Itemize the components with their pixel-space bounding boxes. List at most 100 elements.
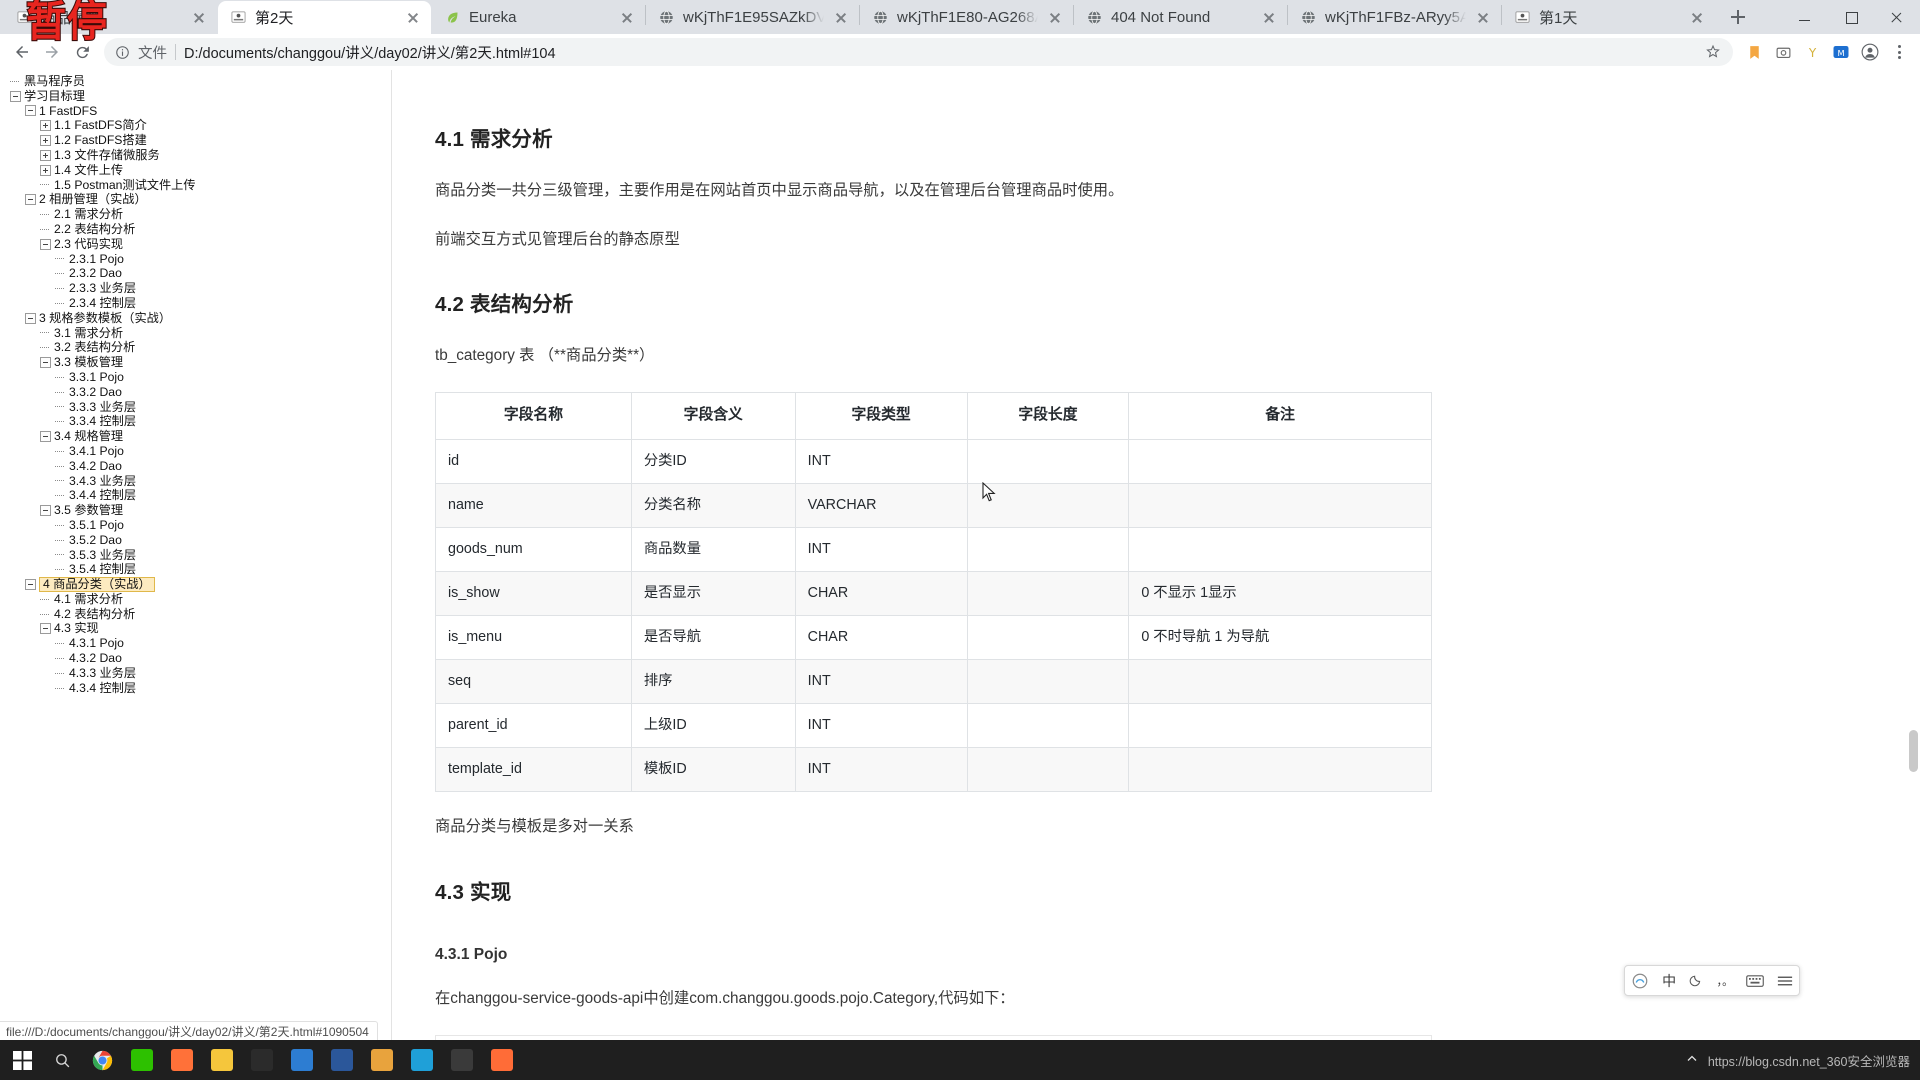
toc-item-label[interactable]: 3.5.1 Pojo xyxy=(69,518,124,533)
word-icon[interactable] xyxy=(322,1040,362,1080)
browser-tab-3[interactable]: wKjThF1E95SAZkDVAAnA xyxy=(646,1,859,34)
toc-item-31[interactable]: 3.5.2 Dao xyxy=(6,533,391,548)
toc-toggle-minus-icon[interactable] xyxy=(40,238,51,250)
toc-item-22[interactable]: 3.3.3 业务层 xyxy=(6,400,391,415)
toc-item-label[interactable]: 3.5 参数管理 xyxy=(54,503,123,518)
profile-avatar-icon[interactable] xyxy=(1857,39,1883,65)
toc-item-label[interactable]: 2.3.3 业务层 xyxy=(69,281,136,296)
toc-item-18[interactable]: 3.2 表结构分析 xyxy=(6,340,391,355)
toc-item-17[interactable]: 3.1 需求分析 xyxy=(6,326,391,341)
toc-item-4[interactable]: 1.2 FastDFS搭建 xyxy=(6,133,391,148)
toc-item-label[interactable]: 3.4.3 业务层 xyxy=(69,474,136,489)
address-bar[interactable]: 文件 D:/documents/changgou/讲义/day02/讲义/第2天… xyxy=(104,38,1733,66)
toc-item-11[interactable]: 2.3 代码实现 xyxy=(6,237,391,252)
toc-item-23[interactable]: 3.3.4 控制层 xyxy=(6,414,391,429)
editor-icon[interactable] xyxy=(282,1040,322,1080)
navicat-icon[interactable] xyxy=(402,1040,442,1080)
toc-item-label[interactable]: 1.1 FastDFS简介 xyxy=(54,118,147,133)
toc-toggle-minus-icon[interactable] xyxy=(25,578,36,590)
maximize-button[interactable] xyxy=(1828,0,1874,34)
chrome-icon[interactable] xyxy=(82,1040,122,1080)
toc-item-label[interactable]: 2.3 代码实现 xyxy=(54,237,123,252)
toc-item-label[interactable]: 1.5 Postman测试文件上传 xyxy=(54,178,196,193)
browser-tab-6[interactable]: wKjThF1FBz-ARyy5AAoA xyxy=(1288,1,1501,34)
toc-item-label[interactable]: 3.3.1 Pojo xyxy=(69,370,124,385)
toc-item-label[interactable]: 3.3 模板管理 xyxy=(54,355,123,370)
toc-toggle-minus-icon[interactable] xyxy=(25,312,36,324)
toc-item-5[interactable]: 1.3 文件存储微服务 xyxy=(6,148,391,163)
toc-item-40[interactable]: 4.3.3 业务层 xyxy=(6,666,391,681)
toc-item-16[interactable]: 3 规格参数模板（实战） xyxy=(6,311,391,326)
toc-item-label[interactable]: 1.2 FastDFS搭建 xyxy=(54,133,147,148)
toc-item-label[interactable]: 4.1 需求分析 xyxy=(54,592,123,607)
toc-item-label[interactable]: 2.3.1 Pojo xyxy=(69,252,124,267)
toc-item-label[interactable]: 3.2 表结构分析 xyxy=(54,340,135,355)
toc-item-label[interactable]: 学习目标理 xyxy=(24,89,85,104)
browser-tab-7[interactable]: 第1天 xyxy=(1502,1,1715,34)
toc-item-label[interactable]: 3.4.2 Dao xyxy=(69,459,122,474)
moon-icon[interactable] xyxy=(1683,965,1711,996)
toc-item-35[interactable]: 4.1 需求分析 xyxy=(6,592,391,607)
toc-item-28[interactable]: 3.4.4 控制层 xyxy=(6,488,391,503)
tab-close-icon[interactable] xyxy=(617,8,637,28)
toc-item-label[interactable]: 3.5.4 控制层 xyxy=(69,562,136,577)
toc-item-41[interactable]: 4.3.4 控制层 xyxy=(6,681,391,696)
toc-item-label[interactable]: 黑马程序员 xyxy=(24,74,85,89)
terminal-icon[interactable] xyxy=(242,1040,282,1080)
toc-item-label[interactable]: 3 规格参数模板（实战） xyxy=(39,311,171,326)
toc-item-label[interactable]: 2.2 表结构分析 xyxy=(54,222,135,237)
screenshot-ext-icon[interactable] xyxy=(1770,39,1796,65)
toc-item-label[interactable]: 3.3.4 控制层 xyxy=(69,414,136,429)
toc-item-label[interactable]: 1 FastDFS xyxy=(39,104,97,119)
sync-ext-icon[interactable]: M xyxy=(1828,39,1854,65)
firefox-icon[interactable] xyxy=(162,1040,202,1080)
toc-item-6[interactable]: 1.4 文件上传 xyxy=(6,163,391,178)
toc-item-30[interactable]: 3.5.1 Pojo xyxy=(6,518,391,533)
toc-item-9[interactable]: 2.1 需求分析 xyxy=(6,207,391,222)
toc-toggle-plus-icon[interactable] xyxy=(40,135,51,147)
tab-close-icon[interactable] xyxy=(1045,8,1065,28)
toc-item-36[interactable]: 4.2 表结构分析 xyxy=(6,607,391,622)
close-window-button[interactable] xyxy=(1874,0,1920,34)
toc-item-label[interactable]: 3.3.2 Dao xyxy=(69,385,122,400)
new-tab-button[interactable] xyxy=(1721,0,1755,34)
minimize-button[interactable] xyxy=(1782,0,1828,34)
toc-toggle-plus-icon[interactable] xyxy=(40,120,51,132)
toc-toggle-minus-icon[interactable] xyxy=(40,623,51,635)
toc-item-label[interactable]: 1.4 文件上传 xyxy=(54,163,123,178)
toc-item-label[interactable]: 2.3.2 Dao xyxy=(69,266,122,281)
search-button[interactable] xyxy=(42,1040,82,1080)
toc-item-label[interactable]: 4.2 表结构分析 xyxy=(54,607,135,622)
toc-item-2[interactable]: 1 FastDFS xyxy=(6,104,391,119)
toc-item-label[interactable]: 2.3.4 控制层 xyxy=(69,296,136,311)
toc-item-label[interactable]: 2 相册管理（实战） xyxy=(39,192,147,207)
toc-toggle-minus-icon[interactable] xyxy=(40,357,51,369)
toc-toggle-plus-icon[interactable] xyxy=(40,164,51,176)
toc-item-19[interactable]: 3.3 模板管理 xyxy=(6,355,391,370)
browser-tab-5[interactable]: 404 Not Found xyxy=(1074,1,1287,34)
toc-item-3[interactable]: 1.1 FastDFS简介 xyxy=(6,118,391,133)
toc-item-33[interactable]: 3.5.4 控制层 xyxy=(6,562,391,577)
toc-item-32[interactable]: 3.5.3 业务层 xyxy=(6,548,391,563)
browser-menu-icon[interactable] xyxy=(1886,39,1912,65)
page-scrollbar-thumb[interactable] xyxy=(1909,730,1918,772)
start-button[interactable] xyxy=(2,1040,42,1080)
tab-close-icon[interactable] xyxy=(403,8,423,28)
postman-icon[interactable] xyxy=(482,1040,522,1080)
toc-toggle-plus-icon[interactable] xyxy=(40,149,51,161)
toc-item-10[interactable]: 2.2 表结构分析 xyxy=(6,222,391,237)
toc-tree[interactable]: 黑马程序员 学习目标理 1 FastDFS 1.1 FastDFS简介 1.2 Fast… xyxy=(0,74,391,695)
show-hidden-icons-icon[interactable] xyxy=(1686,1053,1698,1068)
toc-item-label[interactable]: 3.3.3 业务层 xyxy=(69,400,136,415)
toc-toggle-minus-icon[interactable] xyxy=(25,105,36,117)
toc-item-14[interactable]: 2.3.3 业务层 xyxy=(6,281,391,296)
toc-item-1[interactable]: 学习目标理 xyxy=(6,89,391,104)
keyboard-icon[interactable] xyxy=(1740,965,1771,996)
tab-close-icon[interactable] xyxy=(831,8,851,28)
idea-icon[interactable] xyxy=(442,1040,482,1080)
tab-close-icon[interactable] xyxy=(189,8,209,28)
toc-item-21[interactable]: 3.3.2 Dao xyxy=(6,385,391,400)
ime-mode-label[interactable]: 中 xyxy=(1656,965,1683,996)
toc-toggle-minus-icon[interactable] xyxy=(25,194,36,206)
toc-sidebar[interactable]: 黑马程序员 学习目标理 1 FastDFS 1.1 FastDFS简介 1.2 Fast… xyxy=(0,70,392,1040)
